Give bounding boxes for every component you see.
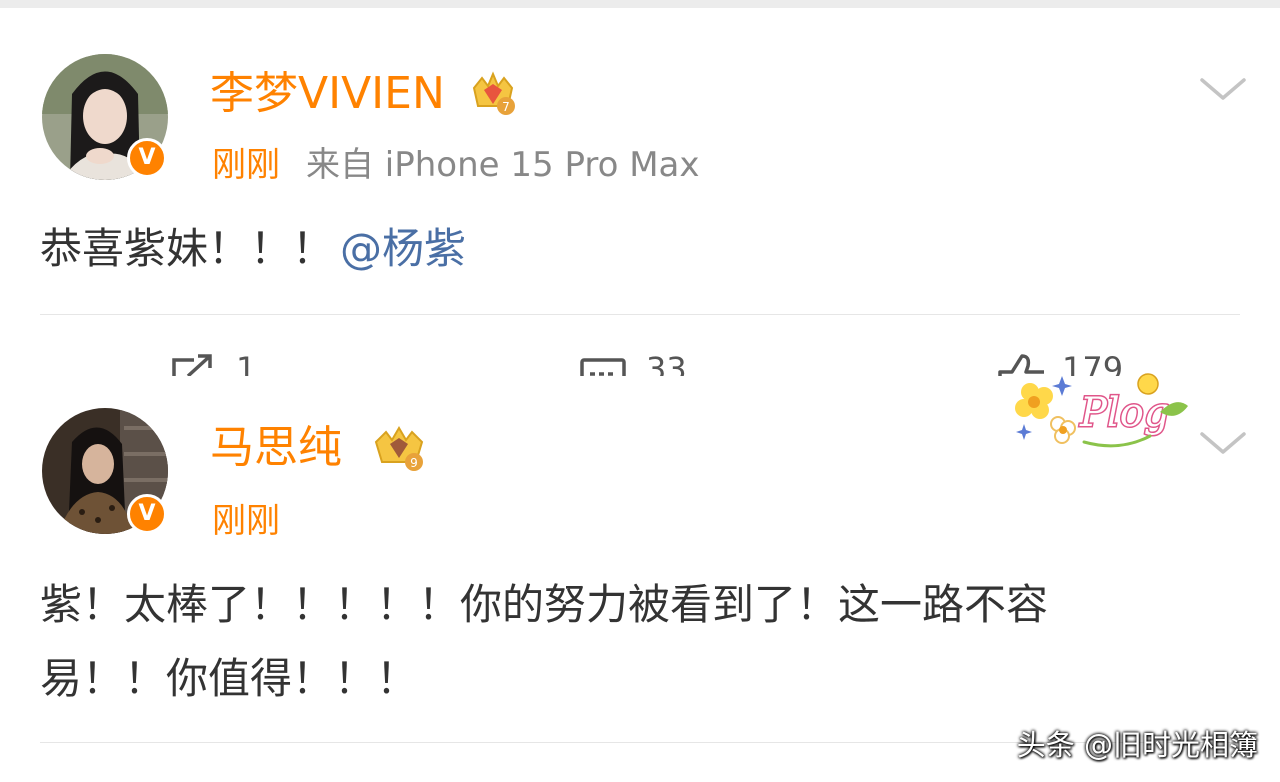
- watermark: 头条 @旧时光相簿: [1016, 728, 1258, 762]
- repost-count: 1: [236, 352, 257, 376]
- post-text-body: 恭喜紫妹！！！: [40, 224, 335, 273]
- repost-icon: [172, 354, 212, 376]
- post-text-line: 紫！太棒了！！！！！你的努力被看到了！这一路不容: [40, 580, 1049, 629]
- post-text: 恭喜紫妹！！！ @杨紫: [40, 212, 466, 286]
- comment-count: 33: [646, 352, 687, 376]
- verified-badge-icon: V: [127, 138, 167, 178]
- crown-badge-icon[interactable]: 7: [468, 68, 518, 118]
- sparkle-icon: [1052, 376, 1072, 396]
- chevron-down-icon[interactable]: [1198, 74, 1248, 104]
- comment-icon: [580, 358, 626, 376]
- post-time: 刚刚: [212, 501, 280, 541]
- verified-badge-icon: V: [127, 494, 167, 534]
- plog-sticker: Plog: [1015, 373, 1188, 448]
- chevron-down-icon[interactable]: [1198, 428, 1248, 458]
- svg-text:7: 7: [502, 100, 510, 114]
- top-separator: [0, 0, 1280, 8]
- swirl-icon: [1082, 434, 1152, 448]
- author-name[interactable]: 马思纯: [210, 426, 342, 470]
- post-text: 紫！太棒了！！！！！你的努力被看到了！这一路不容 易！！你值得！！！: [40, 568, 1048, 716]
- sticker-text: Plog: [1079, 390, 1169, 436]
- post-source: 来自 iPhone 15 Pro Max: [306, 145, 700, 185]
- post-card: V 李梦VIVIEN 7 刚刚 来自 iPhone 15 Pro Max 恭喜紫妹…: [0, 8, 1280, 376]
- sparkle-icon: [1016, 424, 1032, 440]
- author-name[interactable]: 李梦VIVIEN: [210, 72, 445, 116]
- flower-icon: [1050, 416, 1076, 444]
- post-meta: 刚刚 来自 iPhone 15 Pro Max: [212, 148, 700, 182]
- post-meta: 刚刚: [212, 504, 280, 538]
- flower-icon: [1015, 383, 1053, 419]
- mention-link[interactable]: @杨紫: [340, 224, 466, 273]
- svg-text:9: 9: [410, 456, 418, 470]
- divider: [40, 314, 1240, 315]
- post-text-line: 易！！你值得！！！: [40, 654, 419, 703]
- crown-badge-icon[interactable]: 9: [370, 424, 428, 474]
- post-time: 刚刚: [212, 145, 280, 185]
